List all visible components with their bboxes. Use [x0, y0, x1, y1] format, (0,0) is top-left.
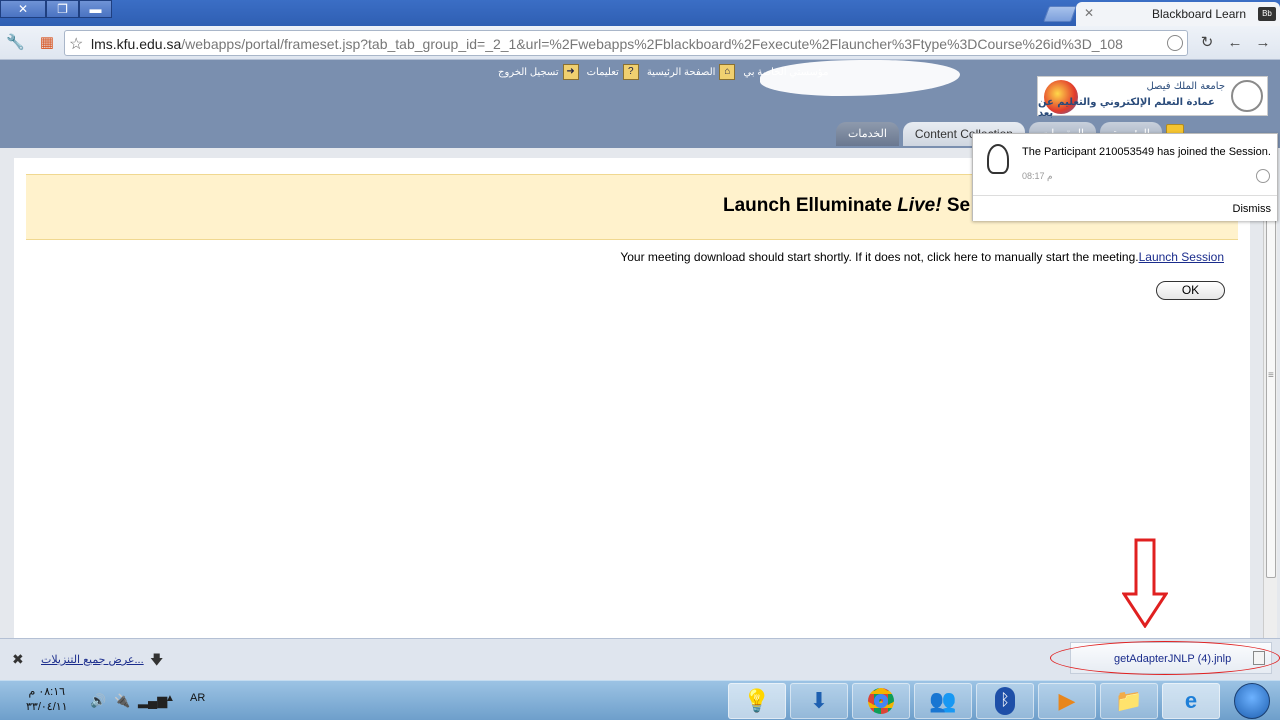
taskbar-media-player-app[interactable]: ▶: [1038, 683, 1096, 719]
scrollbar-grip-icon: ≡: [1268, 370, 1274, 381]
page-menu-icon[interactable]: ▦: [38, 34, 56, 52]
internet-explorer-icon: e: [1184, 688, 1198, 713]
taskbar-explorer-app[interactable]: 📁: [1100, 683, 1158, 719]
chrome-icon: [868, 688, 894, 714]
tab-close-icon[interactable]: ✕: [1084, 6, 1094, 20]
tab-title: Blackboard Learn: [1152, 7, 1247, 21]
close-shelf-icon[interactable]: ✖: [12, 651, 24, 668]
taskbar-clock[interactable]: ٠٨:١٦ م ٣٣/٠٤/١١: [26, 685, 68, 715]
taskbar-chrome-app[interactable]: [852, 683, 910, 719]
university-seal-icon: [1231, 80, 1263, 112]
new-tab-button[interactable]: [1043, 6, 1077, 22]
taskbar-bluetooth-app[interactable]: ᛒ: [976, 683, 1034, 719]
home-icon: ⌂: [719, 64, 736, 80]
dismiss-button[interactable]: Dismiss: [1233, 203, 1272, 215]
download-message: Your meeting download should start short…: [620, 250, 1224, 264]
taskbar-messenger-app[interactable]: 👥: [914, 683, 972, 719]
content-area: Launch Elluminate Live! Se Your meeting …: [14, 158, 1250, 638]
address-bar[interactable]: ☆ lms.kfu.edu.sa/webapps/portal/frameset…: [64, 30, 1188, 56]
top-link-logout[interactable]: ➜ تسجيل الخروج: [498, 64, 579, 80]
taskbar-download-app[interactable]: ⬇: [790, 683, 848, 719]
browser-tab[interactable]: ✕ Blackboard Learn Bb: [1076, 2, 1280, 26]
browser-titlebar: ✕ ❐ ▬ ✕ Blackboard Learn Bb: [0, 0, 1280, 26]
tab-services[interactable]: الخدمات: [836, 122, 899, 146]
clock-date: ٣٣/٠٤/١١: [26, 701, 68, 713]
browser-toolbar: 🔧 ▦ ☆ lms.kfu.edu.sa/webapps/portal/fram…: [0, 26, 1280, 60]
window-controls: ✕ ❐ ▬: [0, 0, 112, 18]
forward-arrow-icon[interactable]: →: [1254, 34, 1272, 52]
reload-icon[interactable]: ↻: [1198, 34, 1216, 52]
close-window-button[interactable]: ✕: [0, 0, 46, 18]
launch-session-link[interactable]: Launch Session: [1139, 250, 1224, 264]
top-link-help[interactable]: ? تعليمات: [587, 64, 639, 80]
messenger-icon: 👥: [929, 688, 957, 713]
bluetooth-icon: ᛒ: [995, 687, 1015, 715]
logo-university-name: جامعة الملك فيصل: [1146, 81, 1225, 92]
wrench-icon[interactable]: 🔧: [6, 34, 25, 52]
media-player-icon: ▶: [1058, 688, 1076, 713]
top-link-home[interactable]: ⌂ الصفحة الرئيسية: [647, 64, 736, 80]
download-arrow-icon: 🡇: [150, 652, 164, 667]
folder-icon: 📁: [1115, 688, 1143, 713]
start-button[interactable]: [1234, 683, 1270, 719]
restore-window-button[interactable]: ❐: [46, 0, 79, 18]
language-indicator[interactable]: AR: [190, 692, 205, 704]
volume-icon[interactable]: 🔊: [90, 693, 106, 709]
notification-footer: Dismiss: [973, 195, 1277, 221]
logo-deanship-name: عمادة التعلم الإلكتروني والتعليم عن بعد: [1038, 97, 1215, 119]
minimize-window-button[interactable]: ▬: [79, 0, 112, 18]
university-logo: جامعة الملك فيصل عمادة التعلم الإلكتروني…: [1037, 76, 1268, 119]
ok-button[interactable]: OK: [1156, 281, 1225, 300]
network-icon[interactable]: ▂▄▆: [138, 693, 167, 709]
session-notification: The Participant 210053549 has joined the…: [972, 133, 1278, 221]
redaction-scribble: [760, 60, 960, 96]
taskbar-elluminate-app[interactable]: 💡: [728, 683, 786, 719]
annotation-circle: [1050, 641, 1280, 675]
help-icon: ?: [622, 64, 639, 80]
taskbar-ie-app[interactable]: e: [1162, 683, 1220, 719]
show-all-downloads-link[interactable]: عرض جميع التنزيلات...: [41, 653, 144, 666]
back-arrow-icon[interactable]: ←: [1226, 34, 1244, 52]
blackboard-favicon-icon: Bb: [1258, 7, 1276, 21]
annotation-arrow-icon: [1122, 538, 1168, 628]
notification-time: 08:17 م: [1022, 171, 1053, 181]
url-status-icon: [1167, 35, 1183, 51]
show-hidden-icons-icon[interactable]: ▲: [165, 693, 175, 704]
page-scrollbar[interactable]: ≡: [1263, 148, 1277, 638]
clock-time: ٠٨:١٦ م: [28, 686, 66, 698]
lightbulb-app-icon: 💡: [743, 688, 771, 713]
windows-taskbar: ٠٨:١٦ م ٣٣/٠٤/١١ 🔊 🔌 ▂▄▆ ▲ AR 💡 ⬇ 👥 ᛒ ▶ …: [0, 680, 1280, 720]
download-app-icon: ⬇: [809, 688, 829, 713]
logout-icon: ➜: [562, 64, 579, 80]
bookmark-star-icon[interactable]: ☆: [69, 34, 83, 54]
notification-radio[interactable]: [1256, 169, 1270, 183]
content-frame: Launch Elluminate Live! Se Your meeting …: [0, 148, 1280, 638]
power-icon[interactable]: 🔌: [114, 693, 130, 709]
lightbulb-icon: [987, 144, 1009, 174]
page-title: Launch Elluminate Live! Se: [723, 195, 971, 216]
url-text: lms.kfu.edu.sa/webapps/portal/frameset.j…: [91, 36, 1123, 52]
notification-text: The Participant 210053549 has joined the…: [1022, 146, 1271, 158]
